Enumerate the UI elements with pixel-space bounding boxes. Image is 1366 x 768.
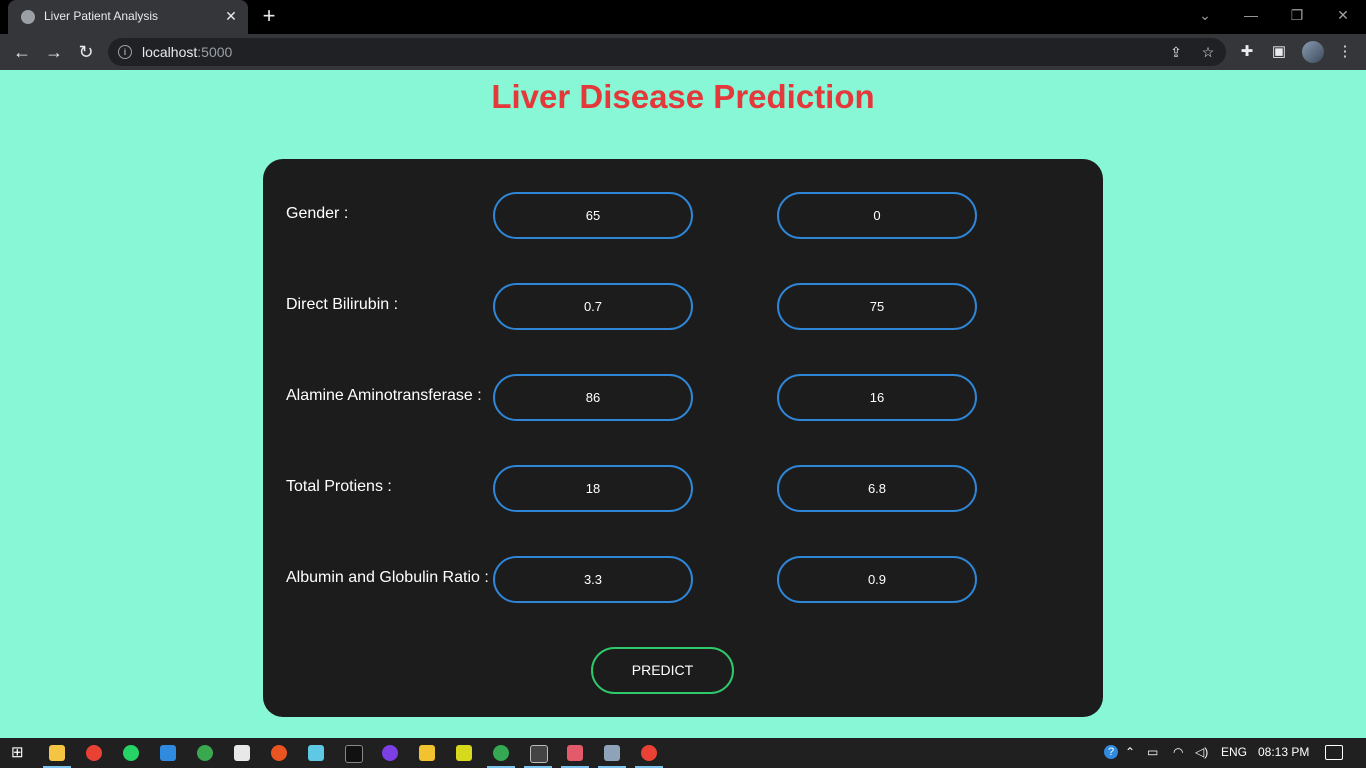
file-explorer-icon[interactable] bbox=[49, 745, 65, 761]
row5-right-input[interactable]: 0.9 bbox=[777, 556, 977, 603]
profile-avatar[interactable] bbox=[1302, 41, 1324, 63]
row4-right-input[interactable]: 6.8 bbox=[777, 465, 977, 512]
page-title: Liver Disease Prediction bbox=[491, 78, 875, 115]
language-indicator[interactable]: ENG bbox=[1221, 745, 1247, 759]
clock-time[interactable]: 08:13 PM bbox=[1258, 745, 1309, 759]
windows-taskbar: ⊞ ? ⌃ ▭ ◠ ◁) ENG 08:13 PM bbox=[0, 738, 1366, 768]
new-tab-button[interactable]: + bbox=[258, 5, 280, 28]
app-ring-icon[interactable] bbox=[493, 745, 509, 761]
gender-label: Gender : bbox=[286, 205, 349, 222]
prediction-form: Gender : 65 0 Direct Bilirubin : 0.7 75 … bbox=[263, 159, 1103, 717]
tab-title: Liver Patient Analysis bbox=[44, 9, 159, 23]
app-diamond-icon[interactable] bbox=[419, 745, 435, 761]
app-ijc-icon[interactable] bbox=[456, 745, 472, 761]
vscode-icon[interactable] bbox=[160, 745, 176, 761]
help-icon[interactable]: ? bbox=[1104, 745, 1118, 759]
browser-tabstrip: Liver Patient Analysis ✕ + ⌄ — ❐ ✕ bbox=[0, 0, 1366, 34]
wifi-icon[interactable]: ◠ bbox=[1173, 745, 1183, 759]
chevron-up-icon[interactable]: ⌃ bbox=[1125, 745, 1135, 759]
address-bar[interactable]: i localhost:5000 ⇪ ☆ bbox=[108, 38, 1226, 66]
albumin-globulin-ratio-label: Albumin and Globulin Ratio : bbox=[286, 569, 489, 586]
direct-bilirubin-label: Direct Bilirubin : bbox=[286, 296, 399, 313]
windows-start-icon[interactable]: ⊞ bbox=[11, 745, 27, 761]
notifications-icon[interactable] bbox=[1325, 745, 1343, 760]
terminal-icon[interactable] bbox=[530, 745, 548, 763]
browser-toolbar: ← → ↻ i localhost:5000 ⇪ ☆ ✚ ▣ ⋮ bbox=[0, 34, 1366, 70]
site-info-icon[interactable]: i bbox=[118, 45, 132, 59]
intellij-icon[interactable] bbox=[345, 745, 363, 763]
row1-right-input[interactable]: 0 bbox=[777, 192, 977, 239]
mongodb-compass-icon[interactable] bbox=[308, 745, 324, 761]
row2-right-input[interactable]: 75 bbox=[777, 283, 977, 330]
globe-icon bbox=[21, 10, 35, 24]
close-tab-icon[interactable]: ✕ bbox=[222, 7, 240, 25]
restore-button[interactable]: ❐ bbox=[1285, 6, 1309, 26]
ubuntu-icon[interactable] bbox=[271, 745, 287, 761]
row3-right-input[interactable]: 16 bbox=[777, 374, 977, 421]
side-panel-icon[interactable]: ▣ bbox=[1267, 40, 1291, 64]
predict-button[interactable]: PREDICT bbox=[591, 647, 734, 694]
forward-icon[interactable]: → bbox=[42, 40, 66, 64]
bookmark-star-icon[interactable]: ☆ bbox=[1198, 43, 1218, 61]
github-desktop-icon[interactable] bbox=[382, 745, 398, 761]
tab-search-icon[interactable]: ⌄ bbox=[1193, 6, 1217, 26]
extensions-icon[interactable]: ✚ bbox=[1235, 40, 1259, 64]
whatsapp-icon[interactable] bbox=[123, 745, 139, 761]
url-port: :5000 bbox=[197, 44, 233, 60]
back-icon[interactable]: ← bbox=[10, 40, 34, 64]
albumin-globulin-ratio-input[interactable]: 3.3 bbox=[493, 556, 693, 603]
chrome-active-icon[interactable] bbox=[641, 745, 657, 761]
browser-tab[interactable]: Liver Patient Analysis ✕ bbox=[8, 0, 248, 34]
total-protiens-input[interactable]: 18 bbox=[493, 465, 693, 512]
url-text: localhost:5000 bbox=[142, 44, 232, 60]
gender-input[interactable]: 65 bbox=[493, 192, 693, 239]
anaconda-icon[interactable] bbox=[197, 745, 213, 761]
minimize-button[interactable]: — bbox=[1239, 6, 1263, 26]
alamine-aminotransferase-label: Alamine Aminotransferase : bbox=[286, 387, 482, 404]
volume-icon[interactable]: ◁) bbox=[1195, 745, 1208, 759]
total-protiens-label: Total Protiens : bbox=[286, 478, 392, 495]
reload-icon[interactable]: ↻ bbox=[74, 40, 98, 64]
menu-icon[interactable]: ⋮ bbox=[1333, 40, 1357, 64]
alamine-aminotransferase-input[interactable]: 86 bbox=[493, 374, 693, 421]
battery-icon[interactable]: ▭ bbox=[1147, 745, 1158, 759]
app-photo-icon[interactable] bbox=[604, 745, 620, 761]
url-host: localhost bbox=[142, 44, 198, 60]
app-kc-icon[interactable] bbox=[567, 745, 583, 761]
close-window-button[interactable]: ✕ bbox=[1331, 6, 1355, 26]
direct-bilirubin-input[interactable]: 0.7 bbox=[493, 283, 693, 330]
share-icon[interactable]: ⇪ bbox=[1166, 43, 1186, 61]
chrome-icon[interactable] bbox=[86, 745, 102, 761]
pycharm-icon[interactable] bbox=[234, 745, 250, 761]
